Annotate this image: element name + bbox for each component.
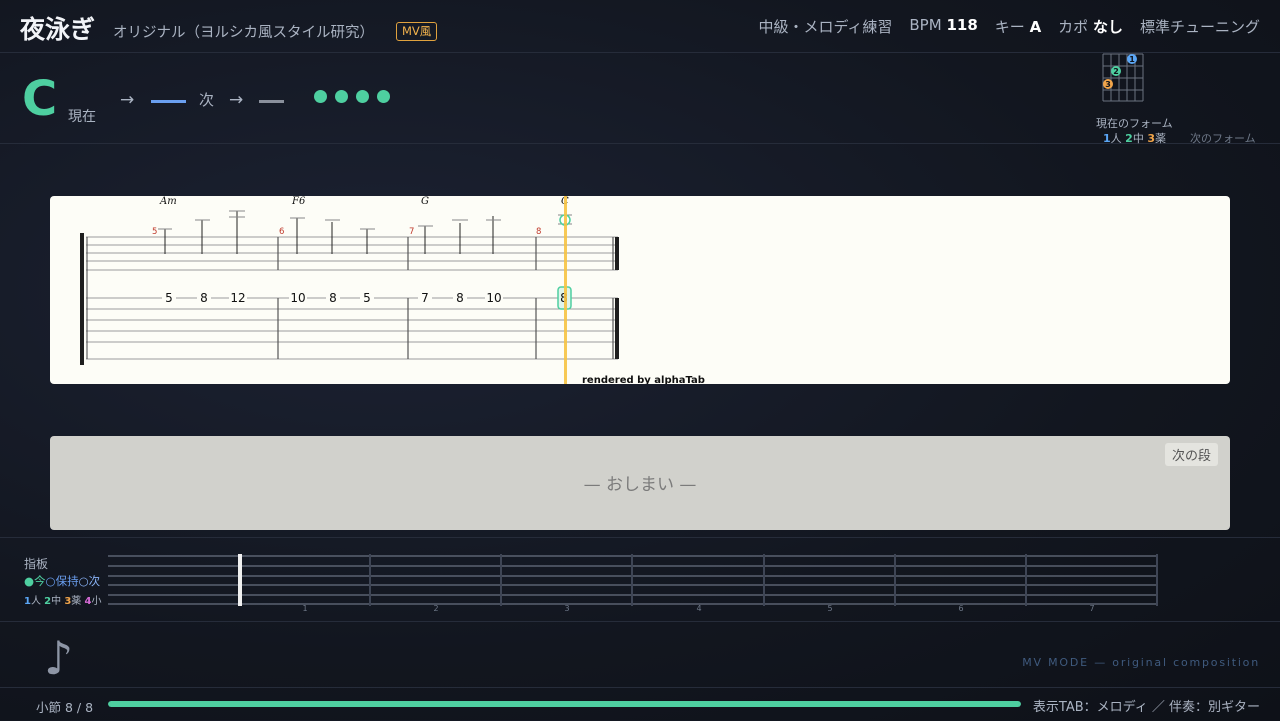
fretboard-legend: ●今○保持○次 (24, 573, 100, 589)
chord-diagram: 1 2 3 (1102, 53, 1144, 102)
fret-number: 7 (1089, 604, 1094, 612)
tab-note: 10 (486, 291, 501, 305)
tab-note: 10 (290, 291, 305, 305)
finger-dot-1-label: 1 (1129, 55, 1135, 64)
arrow-right-icon: → (229, 90, 244, 110)
song-title: 夜泳ぎ (20, 15, 96, 44)
score-svg: Am F6 G C 5 6 7 8 5 8 12 10 8 (80, 196, 705, 384)
level-label: 中級・メロディ練習 (758, 18, 893, 36)
capo-value: なし (1092, 18, 1123, 36)
beat-dot (377, 90, 390, 103)
tab-note: 8 (200, 291, 208, 305)
tab-staff (86, 297, 618, 360)
measure-number: 5 (152, 227, 157, 237)
bpm-info: BPM 118 (909, 16, 978, 34)
progress-bar[interactable] (108, 701, 1021, 707)
fretboard-nut (238, 554, 242, 606)
style-badge: MV風 (396, 22, 438, 41)
fretboard-title: 指板 (24, 557, 49, 571)
tab-note: 12 (230, 291, 245, 305)
tab-note: 8 (329, 291, 337, 305)
notation-staff (86, 236, 618, 271)
legend-hold: ○保持 (45, 574, 79, 588)
current-label: 現在 (68, 109, 96, 125)
tuning-label: 標準チューニング (1139, 18, 1260, 36)
tab-score[interactable]: Am F6 G C 5 6 7 8 5 8 12 10 8 (50, 196, 1230, 384)
finger-dot-3-label: 3 (1105, 80, 1111, 89)
fret-number: 1 (302, 604, 307, 612)
fretboard-panel: 指板 ●今○保持○次 1人 2中 3薬 4小 1 2 3 4 5 6 7 (0, 537, 1280, 622)
chord-symbol: Am (159, 196, 177, 207)
chord-diagram-grid (1102, 53, 1144, 102)
legend-next: ○次 (78, 574, 101, 588)
tab-display-note: 表示TAB：メロディ ／ 伴奏：別ギター (1032, 700, 1260, 715)
render-credit: rendered by alphaTab (582, 375, 705, 384)
fret-number: 4 (696, 604, 701, 612)
tab-note: 5 (165, 291, 173, 305)
after-next-chord-placeholder (259, 100, 284, 103)
song-meta: 中級・メロディ練習 BPM 118 キー A カポ なし 標準チューニング (758, 16, 1260, 37)
beat-dot (335, 90, 348, 103)
mv-mode-label: MV MODE — original composition (1022, 656, 1260, 669)
fretboard-frets (369, 554, 1158, 606)
progress-fill (108, 701, 1021, 707)
arrow-right-icon: → (120, 90, 135, 110)
next-section-button[interactable]: 次の段 (1164, 443, 1218, 466)
fretboard-finger-legend: 1人 2中 3薬 4小 (24, 596, 102, 607)
app-header: 夜泳ぎ オリジナル（ヨルシカ風スタイル研究） MV風 中級・メロディ練習 BPM… (0, 0, 1280, 53)
chord-symbol: G (421, 196, 429, 207)
song-subtitle: オリジナル（ヨルシカ風スタイル研究） (113, 25, 374, 41)
fret-number: 5 (827, 604, 832, 612)
finger-legend: 1人 2中 3薬 (1103, 132, 1166, 145)
key-value: A (1029, 18, 1042, 36)
next-form-label: 次のフォーム (1190, 132, 1256, 145)
next-section-panel: 次の段 — おしまい — (50, 436, 1230, 530)
beat-dot (314, 90, 327, 103)
next-label: 次 (199, 91, 215, 109)
final-barline (615, 237, 619, 270)
fret-number: 6 (958, 604, 963, 612)
measure-number: 7 (409, 227, 414, 237)
capo-info: カポ なし (1058, 18, 1123, 36)
current-chord: C (22, 71, 58, 127)
fret-number: 2 (433, 604, 438, 612)
key-info: キー A (994, 18, 1042, 36)
chord-bar: C 現在 → 次 → 1 2 3 現在のフォーム 1人 2中 3薬 次のフォーム (0, 53, 1280, 145)
bpm-value: 118 (946, 16, 978, 34)
system-bracket (80, 233, 84, 365)
measure-number: 6 (279, 227, 284, 237)
tab-note: 8 (456, 291, 464, 305)
current-form-label: 現在のフォーム (1096, 117, 1173, 130)
next-chord-placeholder (151, 100, 186, 103)
fretboard[interactable]: 1 2 3 4 5 6 7 (108, 552, 1158, 612)
music-note-icon: ♪ (44, 631, 74, 685)
measure-counter: 小節 8 / 8 (36, 700, 94, 715)
beat-dot (356, 90, 369, 103)
note-stems (158, 210, 572, 254)
playback-cursor[interactable] (564, 196, 567, 384)
final-barline (615, 298, 619, 359)
fret-number: 3 (564, 604, 569, 612)
beat-indicator (314, 90, 390, 103)
tab-note: 7 (421, 291, 429, 305)
chord-symbol: F6 (291, 196, 306, 207)
tab-note: 5 (363, 291, 371, 305)
footer: 小節 8 / 8 表示TAB：メロディ ／ 伴奏：別ギター (0, 687, 1280, 721)
legend-now: ●今 (24, 574, 46, 588)
measure-number: 8 (536, 227, 541, 237)
finger-dot-2-label: 2 (1113, 67, 1119, 76)
end-message: — おしまい — (583, 475, 697, 495)
